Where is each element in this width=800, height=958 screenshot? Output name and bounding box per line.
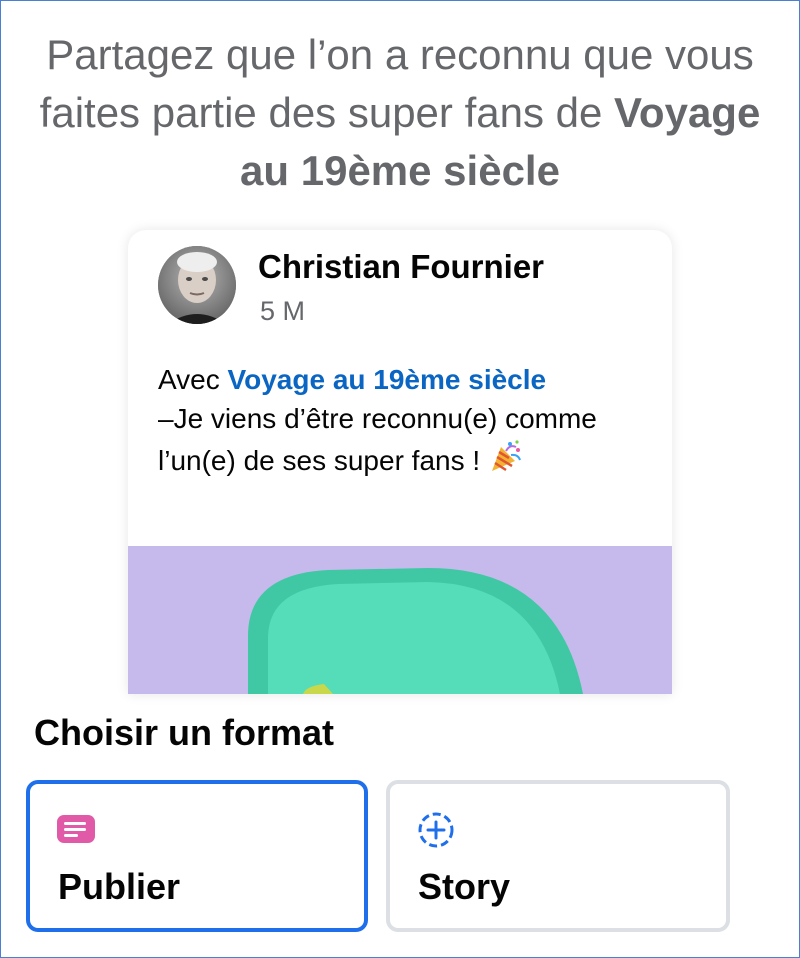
share-headline: Partagez que l’on a reconnu que vous fai…	[20, 26, 780, 200]
super-fan-illustration	[128, 546, 672, 694]
publish-format-option[interactable]: Publier	[26, 780, 368, 932]
post-text-prefix: Avec	[158, 364, 220, 395]
story-format-option[interactable]: Story	[386, 780, 730, 932]
party-popper-icon	[488, 438, 524, 484]
post-icon	[56, 814, 96, 849]
avatar	[158, 246, 236, 324]
avatar-photo	[158, 246, 236, 324]
post-author[interactable]: Christian Fournier	[258, 248, 544, 286]
post-preview-card: Christian Fournier 5 M Avec Voyage au 19…	[128, 230, 672, 694]
post-page-link[interactable]: Voyage au 19ème siècle	[228, 364, 547, 395]
story-format-label: Story	[418, 866, 511, 907]
format-section-title: Choisir un format	[34, 712, 335, 753]
post-text-body: –Je viens d’être reconnu(e) comme l’un(e…	[158, 403, 597, 476]
post-text: Avec Voyage au 19ème siècle –Je viens d’…	[158, 360, 658, 484]
publish-format-label: Publier	[58, 866, 181, 907]
post-media	[128, 546, 672, 694]
add-story-icon	[416, 812, 456, 855]
post-time: 5 M	[260, 296, 306, 326]
